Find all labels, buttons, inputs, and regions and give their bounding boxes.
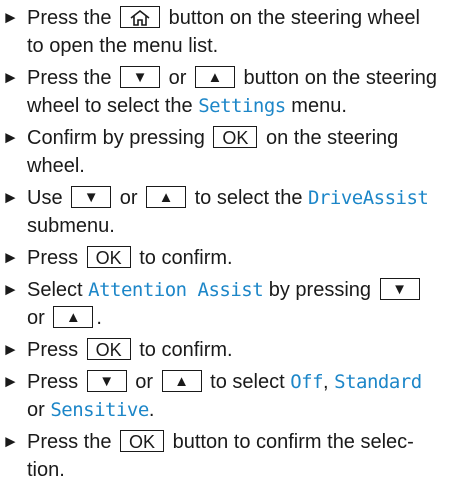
down-arrow-key: ▼	[86, 369, 127, 392]
step-text: .	[96, 307, 102, 329]
step-text: to select the	[194, 187, 303, 209]
step-text: Press	[27, 247, 79, 269]
step-text: .	[148, 399, 155, 421]
up-arrow-key: ▲	[53, 305, 94, 328]
bullet-marker: ►	[2, 188, 19, 207]
menu-name-attention-assist: Attention Assist	[88, 279, 264, 301]
step-text: to confirm.	[139, 339, 233, 361]
menu-name-off: Off	[290, 371, 324, 393]
step-text: Press the	[27, 7, 112, 29]
step-text: or	[135, 371, 154, 393]
ok-key: OK	[213, 125, 258, 148]
bullet-marker: ►	[2, 432, 19, 451]
down-arrow-key: ▼	[379, 277, 420, 300]
step-text: Select	[27, 279, 83, 301]
instruction-step-1: ► Press the button on the steering wheel…	[0, 4, 464, 60]
instruction-step-4: ► Use ▼ or ▲ to select the DriveAssist s…	[0, 184, 464, 240]
step-text: to confirm.	[139, 247, 233, 269]
menu-name-settings: Settings	[198, 95, 286, 117]
home-icon	[130, 9, 150, 26]
instruction-step-8: ► Press ▼ or ▲ to select Off, Standard o…	[0, 368, 464, 424]
menu-name-driveassist: DriveAssist	[308, 187, 429, 209]
step-text: or	[27, 399, 45, 421]
bullet-marker: ►	[2, 128, 19, 147]
menu-name-sensitive: Sensitive	[50, 399, 149, 421]
step-text: wheel.	[27, 155, 85, 177]
bullet-marker: ►	[2, 68, 19, 87]
step-text: or	[27, 307, 45, 329]
instruction-step-6: ► Select Attention Assist by pressing ▼ …	[0, 276, 464, 332]
step-text: tion.	[27, 459, 65, 481]
up-arrow-key: ▲	[194, 65, 235, 88]
step-text: to select	[210, 371, 285, 393]
step-text: Confirm by pressing	[27, 127, 205, 149]
ok-key: OK	[120, 429, 165, 452]
step-text: wheel to select the	[27, 95, 193, 117]
instruction-step-7: ► Press OK to confirm.	[0, 336, 464, 364]
step-text: to open the menu list.	[27, 35, 219, 57]
step-text: submenu.	[27, 215, 115, 237]
step-text: button on the steering wheel	[168, 7, 420, 29]
down-arrow-key: ▼	[120, 65, 161, 88]
up-arrow-key: ▲	[146, 185, 187, 208]
instruction-step-5: ► Press OK to confirm.	[0, 244, 464, 272]
menu-name-standard: Standard	[334, 371, 422, 393]
ok-key: OK	[86, 337, 131, 360]
step-text: on the steering	[265, 127, 399, 149]
step-text: Use	[27, 187, 63, 209]
down-arrow-key: ▼	[71, 185, 112, 208]
step-text: Press the	[27, 67, 112, 89]
step-text: button on the steering	[243, 67, 438, 89]
instruction-step-2: ► Press the ▼ or ▲ button on the steerin…	[0, 64, 464, 120]
ok-key: OK	[86, 245, 131, 268]
step-text: Press	[27, 371, 79, 393]
home-button-key	[120, 5, 161, 28]
step-text: ,	[323, 371, 329, 393]
bullet-marker: ►	[2, 340, 19, 359]
instruction-step-3: ► Confirm by pressing OK on the steering…	[0, 124, 464, 180]
step-text: Press	[27, 339, 79, 361]
instruction-step-9: ► Press the OK button to confirm the sel…	[0, 428, 464, 484]
step-text: by pressing	[268, 279, 372, 301]
bullet-marker: ►	[2, 280, 19, 299]
up-arrow-key: ▲	[161, 369, 202, 392]
step-text: or	[119, 187, 138, 209]
step-text: menu.	[291, 95, 347, 117]
step-text: or	[168, 67, 187, 89]
bullet-marker: ►	[2, 372, 19, 391]
bullet-marker: ►	[2, 8, 19, 27]
bullet-marker: ►	[2, 248, 19, 267]
